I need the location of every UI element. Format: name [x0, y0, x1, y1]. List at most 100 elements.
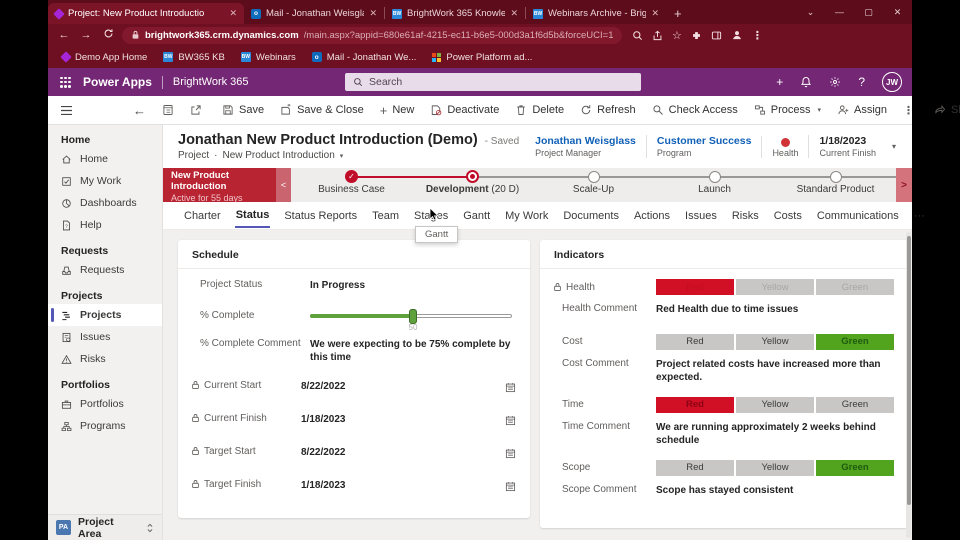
extensions-icon[interactable]: [691, 30, 702, 41]
health-comment-value[interactable]: Red Health due to time issues: [656, 303, 894, 317]
tab-search-icon[interactable]: ⌄: [796, 7, 825, 18]
bookmark-star-icon[interactable]: ☆: [672, 29, 682, 42]
back-arrow-icon[interactable]: ←: [125, 103, 154, 118]
bell-icon[interactable]: [800, 76, 812, 88]
segment-red[interactable]: Red: [656, 397, 734, 413]
tab-status[interactable]: Status: [235, 203, 271, 228]
close-icon[interactable]: ✕: [229, 8, 237, 19]
browser-tab-webinars[interactable]: BW Webinars Archive - BrightWork.c ✕: [526, 3, 666, 24]
browser-tab-project[interactable]: Project: New Product Introductio ✕: [48, 3, 244, 24]
program-link[interactable]: Customer Success: [657, 135, 752, 147]
window-close-icon[interactable]: ✕: [883, 7, 912, 18]
close-icon[interactable]: ✕: [369, 8, 377, 19]
deactivate-button[interactable]: Deactivate: [422, 104, 507, 116]
tab-charter[interactable]: Charter: [183, 204, 222, 227]
sidebar-item-projects[interactable]: Projects: [48, 304, 162, 326]
sidebar-item-dashboards[interactable]: Dashboards: [48, 192, 162, 214]
search-icon[interactable]: [632, 30, 643, 41]
date-value[interactable]: 1/18/2023: [301, 413, 505, 427]
product-name[interactable]: Power Apps: [83, 75, 152, 89]
segment-green[interactable]: Green: [816, 334, 894, 350]
header-expand-chevron-icon[interactable]: ▾: [886, 142, 902, 151]
segment-red[interactable]: Red: [656, 279, 734, 295]
stage-scale-up[interactable]: Scale-Up: [533, 168, 654, 202]
date-value[interactable]: 8/22/2022: [301, 446, 505, 460]
tab-my-work[interactable]: My Work: [504, 204, 549, 227]
back-icon[interactable]: ←: [56, 29, 72, 41]
sidebar-item-risks[interactable]: Risks: [48, 348, 162, 370]
segment-yellow[interactable]: Yellow: [736, 397, 814, 413]
date-value[interactable]: 8/22/2022: [301, 380, 505, 394]
sidebar-item-my-work[interactable]: My Work: [48, 170, 162, 192]
waffle-icon[interactable]: [60, 77, 71, 88]
project-manager-link[interactable]: Jonathan Weisglass: [535, 135, 636, 147]
refresh-button[interactable]: Refresh: [572, 104, 644, 116]
browser-tab-kb[interactable]: BW BrightWork 365 Knowledge Base ✕: [385, 3, 525, 24]
share-button[interactable]: Share ▾: [926, 104, 960, 116]
segment-green[interactable]: Green: [816, 397, 894, 413]
close-icon[interactable]: ✕: [510, 8, 518, 19]
check-access-button[interactable]: Check Access: [644, 104, 746, 116]
url-field[interactable]: brightwork365.crm.dynamics.com /main.asp…: [122, 27, 622, 44]
tab-issues[interactable]: Issues: [684, 204, 718, 227]
tab-communications[interactable]: Communications: [816, 204, 900, 227]
bpf-next-stage-button[interactable]: >: [896, 168, 912, 202]
sidebar-item-issues[interactable]: Issues: [48, 326, 162, 348]
add-icon[interactable]: +: [776, 75, 783, 89]
tab-documents[interactable]: Documents: [562, 204, 620, 227]
save-close-button[interactable]: Save & Close: [272, 104, 372, 116]
tab-actions[interactable]: Actions: [633, 204, 671, 227]
stage-business-case[interactable]: ✓ Business Case: [291, 168, 412, 202]
slider-thumb[interactable]: [409, 309, 417, 324]
process-button[interactable]: Process ▾: [746, 104, 829, 116]
bookmark-power-platform[interactable]: Power Platform ad...: [432, 52, 532, 63]
reload-icon[interactable]: [100, 28, 116, 42]
global-search-input[interactable]: Search: [345, 73, 641, 91]
tab-team[interactable]: Team: [371, 204, 400, 227]
minimize-icon[interactable]: —: [825, 7, 854, 17]
record-type[interactable]: New Product Introduction: [222, 150, 334, 161]
bookmark-mail[interactable]: o Mail - Jonathan We...: [312, 52, 417, 63]
calendar-icon[interactable]: [505, 446, 516, 464]
profile-icon[interactable]: [731, 29, 743, 41]
sidebar-item-requests[interactable]: Requests: [48, 259, 162, 281]
segment-green[interactable]: Green: [816, 460, 894, 476]
scrollbar-thumb[interactable]: [907, 236, 911, 505]
new-tab-button[interactable]: +: [674, 6, 682, 21]
segment-yellow[interactable]: Yellow: [736, 460, 814, 476]
browser-menu-icon[interactable]: ⋮: [752, 29, 763, 42]
segment-red[interactable]: Red: [656, 460, 734, 476]
browser-tab-mail[interactable]: o Mail - Jonathan Weisglass - Outl ✕: [244, 3, 384, 24]
area-switcher[interactable]: PA Project Area: [48, 514, 162, 540]
tab-costs[interactable]: Costs: [773, 204, 803, 227]
sidebar-item-programs[interactable]: Programs: [48, 415, 162, 437]
forward-icon[interactable]: →: [78, 29, 94, 41]
maximize-icon[interactable]: ▢: [854, 7, 883, 18]
bookmark-demo-app-home[interactable]: Demo App Home: [62, 52, 147, 63]
calendar-icon[interactable]: [505, 380, 516, 398]
segment-yellow[interactable]: Yellow: [736, 279, 814, 295]
sidebar-item-portfolios[interactable]: Portfolios: [48, 393, 162, 415]
popout-icon[interactable]: [182, 104, 210, 116]
command-overflow-icon[interactable]: ⋮: [895, 104, 922, 117]
date-value[interactable]: 1/18/2023: [301, 479, 505, 493]
tab-status-reports[interactable]: Status Reports: [283, 204, 358, 227]
stage-development[interactable]: Development (20 D): [412, 168, 533, 202]
time-comment-value[interactable]: We are running approximately 2 weeks beh…: [656, 421, 894, 448]
bookmark-webinars[interactable]: BW Webinars: [241, 52, 296, 63]
chevron-down-icon[interactable]: ▾: [340, 152, 344, 160]
sidebar-item-home[interactable]: Home: [48, 148, 162, 170]
save-button[interactable]: Save: [214, 104, 272, 116]
stage-standard-product[interactable]: Standard Product: [775, 168, 896, 202]
scope-comment-value[interactable]: Scope has stayed consistent: [656, 484, 894, 498]
sidebar-item-help[interactable]: ? Help: [48, 214, 162, 236]
tab-risks[interactable]: Risks: [731, 204, 760, 227]
form-switcher-icon[interactable]: [154, 104, 182, 116]
segment-red[interactable]: Red: [656, 334, 734, 350]
delete-button[interactable]: Delete: [507, 104, 572, 116]
project-status-value[interactable]: In Progress: [310, 279, 516, 293]
avatar[interactable]: JW: [882, 72, 902, 92]
close-icon[interactable]: ✕: [651, 8, 659, 19]
segment-yellow[interactable]: Yellow: [736, 334, 814, 350]
cost-comment-value[interactable]: Project related costs have increased mor…: [656, 358, 894, 385]
